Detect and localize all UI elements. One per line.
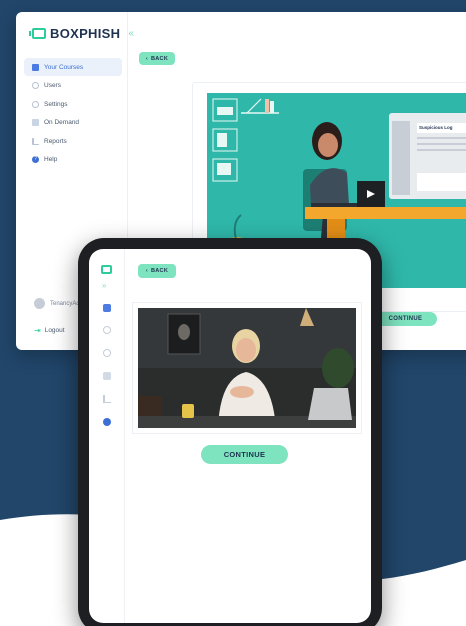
expand-sidebar-icon[interactable]: » <box>102 281 106 290</box>
sidebar-item-on-demand[interactable]: On Demand <box>24 114 122 132</box>
on-demand-icon <box>32 119 39 126</box>
back-label: BACK <box>151 268 169 274</box>
sidebar-item-label: Reports <box>44 137 67 145</box>
logout-link[interactable]: ⇥ Logout <box>34 326 65 335</box>
continue-button[interactable]: CONTINUE <box>201 445 288 464</box>
logout-label: Logout <box>44 327 65 334</box>
reports-icon[interactable] <box>103 395 111 403</box>
video-player[interactable] <box>132 302 362 434</box>
collapse-sidebar-icon[interactable]: « <box>128 28 134 39</box>
help-icon[interactable] <box>103 418 111 426</box>
continue-button[interactable]: CONTINUE <box>374 312 437 326</box>
boxphish-logo-icon <box>101 265 112 274</box>
sidebar-item-settings[interactable]: Settings <box>24 95 122 113</box>
logout-icon: ⇥ <box>34 326 41 335</box>
settings-icon <box>32 100 39 108</box>
boxphish-logo-icon <box>29 28 46 39</box>
on-demand-icon[interactable] <box>103 372 111 380</box>
chevron-left-icon: ‹ <box>145 55 149 62</box>
sidebar-item-users[interactable]: Users <box>24 77 122 95</box>
sidebar-item-your-courses[interactable]: Your Courses <box>24 58 122 76</box>
book-icon[interactable] <box>103 304 111 312</box>
back-label: BACK <box>151 55 169 62</box>
book-icon <box>32 63 39 71</box>
presenter-video-still <box>138 308 356 428</box>
sidebar-item-label: Your Courses <box>44 63 84 71</box>
sidebar-item-label: Settings <box>44 100 68 108</box>
user-account[interactable]: TenancyAd <box>34 298 80 309</box>
help-icon: ? <box>32 156 39 163</box>
users-icon[interactable] <box>103 326 111 334</box>
video-frame <box>138 308 356 428</box>
chevron-left-icon: ‹ <box>145 268 149 274</box>
settings-icon[interactable] <box>103 349 111 357</box>
avatar <box>34 298 45 309</box>
back-button[interactable]: ‹ BACK <box>139 52 175 65</box>
sidebar-nav: Your Courses Users Settings On Demand Re… <box>24 58 122 169</box>
sidebar-item-label: On Demand <box>44 119 80 126</box>
tablet-device: » ‹ BACK CONTINUE <box>78 238 382 626</box>
users-icon <box>32 82 39 89</box>
brand-name: BOXPHISH <box>50 26 121 41</box>
user-name: TenancyAd <box>50 300 80 307</box>
reports-icon <box>32 137 39 145</box>
sidebar-item-label: Users <box>44 82 61 89</box>
laptop-screen-heading: Suspicious Log <box>419 125 453 130</box>
sidebar-item-label: Help <box>44 156 58 163</box>
back-button[interactable]: ‹ BACK <box>138 264 176 278</box>
brand-logo: BOXPHISH « <box>29 26 134 41</box>
tablet-screen: » ‹ BACK CONTINUE <box>89 249 371 623</box>
sidebar-item-help[interactable]: ? Help <box>24 151 122 169</box>
tablet-sidebar: » <box>89 249 125 623</box>
sidebar-item-reports[interactable]: Reports <box>24 132 122 150</box>
